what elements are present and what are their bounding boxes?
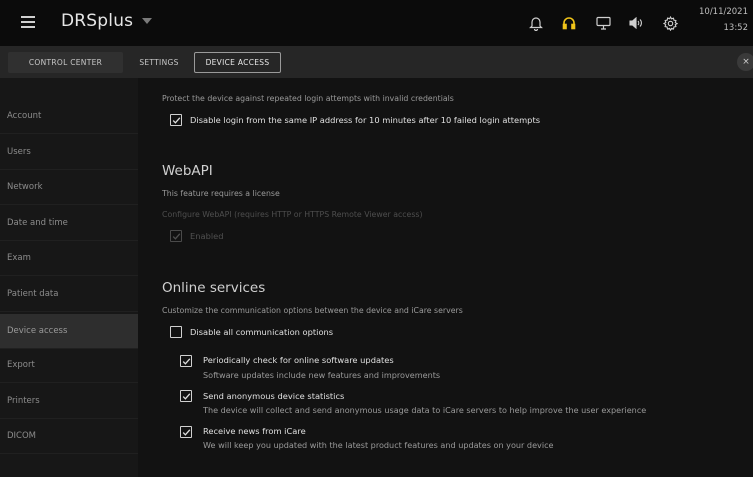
sidebar-item-label: Export	[7, 360, 35, 370]
sidebar-item-label: Date and time	[7, 218, 68, 228]
sidebar-item-dicom[interactable]: DICOM	[0, 419, 138, 454]
hamburger-menu-icon[interactable]	[21, 16, 35, 28]
monitor-icon[interactable]	[593, 13, 613, 33]
sidebar-item-network[interactable]: Network	[0, 170, 138, 205]
online-services-description: Customize the communication options betw…	[162, 306, 463, 315]
time-text: 13:52	[723, 23, 749, 33]
tab-device-access[interactable]: DEVICE ACCESS	[194, 52, 281, 73]
tab-control-center[interactable]: CONTROL CENTER	[8, 52, 123, 73]
online-services-heading: Online services	[162, 280, 266, 296]
anonymous-statistics-label: Send anonymous device statistics	[203, 391, 345, 401]
anonymous-statistics-description: The device will collect and send anonymo…	[203, 405, 647, 415]
sidebar-item-device-access[interactable]: Device access	[0, 314, 138, 349]
sidebar-item-label: Network	[7, 182, 43, 192]
gear-icon[interactable]	[660, 13, 680, 33]
webapi-heading: WebAPI	[162, 163, 213, 179]
sidebar-item-exam[interactable]: Exam	[0, 241, 138, 276]
sidebar-item-label: Users	[7, 147, 31, 157]
bell-icon[interactable]	[526, 13, 546, 33]
sidebar-item-label: Device access	[7, 326, 68, 336]
settings-content: Protect the device against repeated logi…	[138, 78, 753, 477]
settings-sidebar: Account Users Network Date and time Exam…	[0, 78, 138, 477]
disable-all-label: Disable all communication options	[190, 327, 334, 337]
date-time-display: 10/11/2021 13:52	[699, 4, 748, 36]
webapi-enabled-checkbox	[170, 230, 182, 242]
software-updates-checkbox[interactable]	[180, 355, 192, 367]
headset-icon[interactable]	[559, 13, 579, 33]
tab-bar: CONTROL CENTER SETTINGS DEVICE ACCESS	[0, 46, 753, 78]
chevron-down-icon[interactable]	[142, 18, 152, 24]
news-description: We will keep you updated with the latest…	[203, 440, 554, 450]
sidebar-item-users[interactable]: Users	[0, 135, 138, 170]
tab-settings[interactable]: SETTINGS	[130, 52, 188, 73]
sidebar-item-label: DICOM	[7, 431, 37, 441]
app-title: DRSplus	[61, 11, 134, 31]
sidebar-item-export[interactable]: Export	[0, 348, 138, 383]
webapi-enabled-label: Enabled	[190, 231, 224, 241]
sidebar-item-printers[interactable]: Printers	[0, 384, 138, 419]
sidebar-item-account[interactable]: Account	[0, 99, 138, 134]
webapi-configure-note: Configure WebAPI (requires HTTP or HTTPS…	[162, 210, 423, 219]
sidebar-item-label: Account	[7, 111, 42, 121]
anonymous-statistics-checkbox[interactable]	[180, 390, 192, 402]
top-bar: DRSplus 10/11/2021 13:52	[0, 0, 753, 46]
software-updates-label: Periodically check for online software u…	[203, 355, 394, 365]
sidebar-item-label: Patient data	[7, 289, 59, 299]
login-protection-label: Disable login from the same IP address f…	[190, 115, 541, 125]
sidebar-item-patient-data[interactable]: Patient data	[0, 277, 138, 312]
sidebar-item-label: Printers	[7, 396, 40, 406]
login-protection-description: Protect the device against repeated logi…	[162, 94, 454, 103]
volume-icon[interactable]	[626, 13, 646, 33]
sidebar-item-date-and-time[interactable]: Date and time	[0, 206, 138, 241]
webapi-license-note: This feature requires a license	[162, 189, 280, 198]
date-text: 10/11/2021	[699, 7, 748, 17]
login-protection-checkbox[interactable]	[170, 114, 182, 126]
sidebar-item-label: Exam	[7, 253, 31, 263]
news-checkbox[interactable]	[180, 426, 192, 438]
close-button[interactable]: ×	[737, 53, 753, 71]
software-updates-description: Software updates include new features an…	[203, 370, 441, 380]
news-label: Receive news from iCare	[203, 426, 306, 436]
disable-all-checkbox[interactable]	[170, 326, 182, 338]
